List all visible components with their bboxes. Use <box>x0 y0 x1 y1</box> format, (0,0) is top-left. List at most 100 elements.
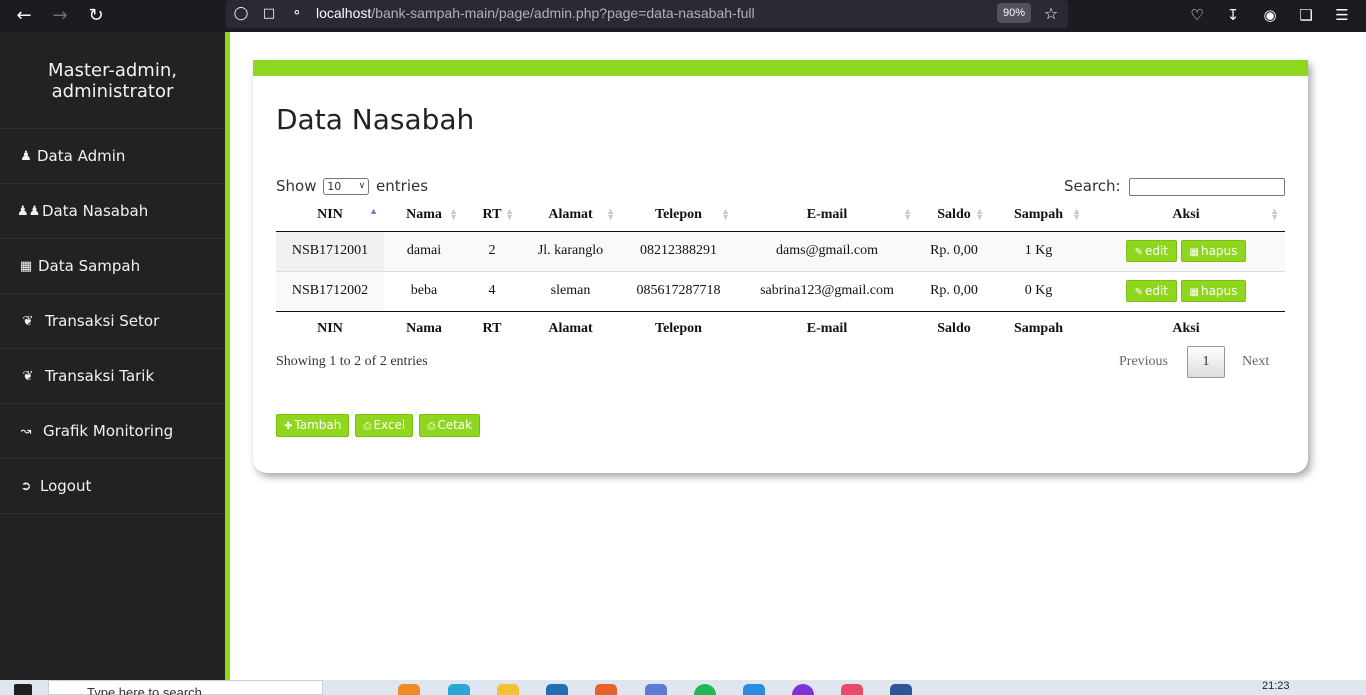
account-icon[interactable]: ◉ <box>1259 4 1281 26</box>
column-footer-nin: NIN <box>276 310 384 347</box>
cell-aksi: ✎ edit ▦ hapus <box>1087 231 1285 271</box>
column-header-aksi[interactable]: Aksi ▲ ▼ <box>1087 199 1285 232</box>
sidebar-item-transaksi-tarik[interactable]: ❦ Transaksi Tarik <box>0 349 225 404</box>
column-header-telepon[interactable]: Telepon ▲ ▼ <box>621 199 736 232</box>
word-icon[interactable] <box>890 684 912 695</box>
column-footer-saldo: Saldo <box>918 310 990 347</box>
sort-both-icon: ▲ ▼ <box>903 206 912 222</box>
menu-icon[interactable]: ☰ <box>1331 4 1353 26</box>
column-header-label: RT <box>482 206 502 222</box>
search-input[interactable] <box>1129 178 1285 196</box>
sidebar-accent-bar <box>225 32 230 680</box>
sidebar-item-data-nasabah[interactable]: ♟♟ Data Nasabah <box>0 184 225 239</box>
sidebar-item-grafik-monitoring[interactable]: ↝ Grafik Monitoring <box>0 404 225 459</box>
add-button-label: Tambah <box>294 418 342 432</box>
pencil-icon: ✎ <box>1134 287 1143 298</box>
download-icon[interactable]: ↧ <box>1222 4 1244 26</box>
cell-telepon: 08212388291 <box>640 243 717 258</box>
column-header-rt[interactable]: RT ▲ ▼ <box>464 199 520 232</box>
sort-both-icon: ▲ ▼ <box>721 206 730 222</box>
sidebar-item-label: Data Sampah <box>38 257 141 275</box>
admin-profile: Master-admin, administrator <box>0 32 225 129</box>
address-bar[interactable]: ◯ □ ⚬ localhost/bank-sampah-main/page/ad… <box>226 0 1068 28</box>
taskbar-search[interactable]: Type here to search <box>48 680 323 695</box>
sort-both-icon: ▲ ▼ <box>449 206 458 222</box>
cell-telepon: 085617287718 <box>621 270 736 311</box>
sidebar-item-label: Logout <box>40 477 92 495</box>
pagination-page-1[interactable]: 1 <box>1187 346 1225 378</box>
bookmark-star-icon[interactable]: ☆ <box>1042 5 1060 23</box>
reload-icon[interactable]: ↻ <box>84 4 108 28</box>
print-button[interactable]: ⎙ Cetak <box>419 414 481 437</box>
delete-button[interactable]: ▦ hapus <box>1180 240 1247 262</box>
taskbar-clock[interactable]: 21:23 <box>1262 680 1290 692</box>
chevron-down-icon: ∨ <box>358 181 366 191</box>
column-header-nin[interactable]: NIN ▲ <box>276 199 384 232</box>
cell-rt: 4 <box>464 270 520 311</box>
firefox-icon[interactable] <box>398 684 420 695</box>
sidebar: Master-admin, administrator ♟ Data Admin… <box>0 32 225 680</box>
edge-icon[interactable] <box>448 684 470 695</box>
sidebar-item-data-sampah[interactable]: ▦ Data Sampah <box>0 239 225 294</box>
column-header-sampah[interactable]: Sampah ▲ ▼ <box>990 199 1087 232</box>
excel-button[interactable]: ⎙ Excel <box>355 414 414 437</box>
delete-button[interactable]: ▦ hapus <box>1180 280 1247 302</box>
app-icon[interactable] <box>645 684 667 695</box>
trash-icon: ▦ <box>1189 287 1199 298</box>
column-header-label: E-mail <box>806 206 848 222</box>
column-header-label: Alamat <box>548 206 593 222</box>
column-header-email[interactable]: E-mail ▲ ▼ <box>736 199 918 232</box>
sidebar-item-label: Data Nasabah <box>42 202 149 220</box>
sort-both-icon: ▲ ▼ <box>505 206 514 222</box>
column-header-nama[interactable]: Nama ▲ ▼ <box>384 199 464 232</box>
print-icon: ⎙ <box>427 421 436 432</box>
windows-start-icon[interactable] <box>14 684 32 695</box>
print-icon: ⎙ <box>363 421 372 432</box>
search-label: Search: <box>1064 177 1121 195</box>
page-icon[interactable]: □ <box>260 5 278 23</box>
spotify-icon[interactable] <box>694 684 716 695</box>
column-header-label: Telepon <box>655 206 702 222</box>
add-button[interactable]: ✚ Tambah <box>276 414 350 437</box>
pagination-next[interactable]: Next <box>1242 354 1269 370</box>
entries-length-control: Show 10 ∨ entries <box>276 177 428 195</box>
folder-icon[interactable] <box>497 684 519 695</box>
cell-nama: damai <box>406 243 442 258</box>
url-text[interactable]: localhost/bank-sampah-main/page/admin.ph… <box>316 5 755 21</box>
forward-icon[interactable]: → <box>48 4 72 28</box>
handshake-icon: ❦ <box>22 369 34 384</box>
print-button-label: Cetak <box>437 418 473 432</box>
app-icon[interactable] <box>792 684 814 695</box>
show-label: Show <box>276 177 317 195</box>
zoom-badge[interactable]: 90% <box>997 3 1031 23</box>
cell-alamat: Jl. karanglo <box>537 243 604 258</box>
browser-toolbar: ← → ↻ ◯ □ ⚬ localhost/bank-sampah-main/p… <box>0 0 1366 32</box>
pencil-icon: ✎ <box>1134 247 1143 258</box>
shield-icon[interactable]: ◯ <box>232 5 250 23</box>
nasabah-table: NIN ▲ Nama ▲ ▼ RT ▲ ▼ Alamat ▲ ▼ Telepon ▲ ▼ E-ma… <box>276 199 1285 347</box>
sidebar-item-transaksi-setor[interactable]: ❦ Transaksi Setor <box>0 294 225 349</box>
edit-button[interactable]: ✎ edit <box>1125 280 1178 302</box>
entries-select-value: 10 <box>327 180 342 193</box>
action-bar: ✚ Tambah ⎙ Excel ⎙ Cetak <box>276 414 481 437</box>
pocket-icon[interactable]: ♡ <box>1186 4 1208 26</box>
column-footer-email: E-mail <box>736 310 918 347</box>
handshake-icon: ❦ <box>22 314 34 329</box>
sidebar-item-label: Data Admin <box>37 147 126 165</box>
sidebar-item-logout[interactable]: ➲ Logout <box>0 459 225 514</box>
extensions-icon[interactable]: ❏ <box>1295 4 1317 26</box>
xampp-icon[interactable] <box>595 684 617 695</box>
mail-icon[interactable] <box>546 684 568 695</box>
edit-button[interactable]: ✎ edit <box>1125 240 1178 262</box>
vscode-icon[interactable] <box>743 684 765 695</box>
table-info: Showing 1 to 2 of 2 entries <box>276 354 428 369</box>
column-header-alamat[interactable]: Alamat ▲ ▼ <box>520 199 621 232</box>
key-icon[interactable]: ⚬ <box>288 5 306 23</box>
back-icon[interactable]: ← <box>12 4 36 28</box>
column-header-saldo[interactable]: Saldo ▲ ▼ <box>918 199 990 232</box>
app-icon[interactable] <box>841 684 863 695</box>
cell-sampah: 0 Kg <box>990 270 1087 311</box>
entries-select[interactable]: 10 ∨ <box>323 178 370 195</box>
pagination-previous[interactable]: Previous <box>1119 354 1168 370</box>
sidebar-item-data-admin[interactable]: ♟ Data Admin <box>0 129 225 184</box>
